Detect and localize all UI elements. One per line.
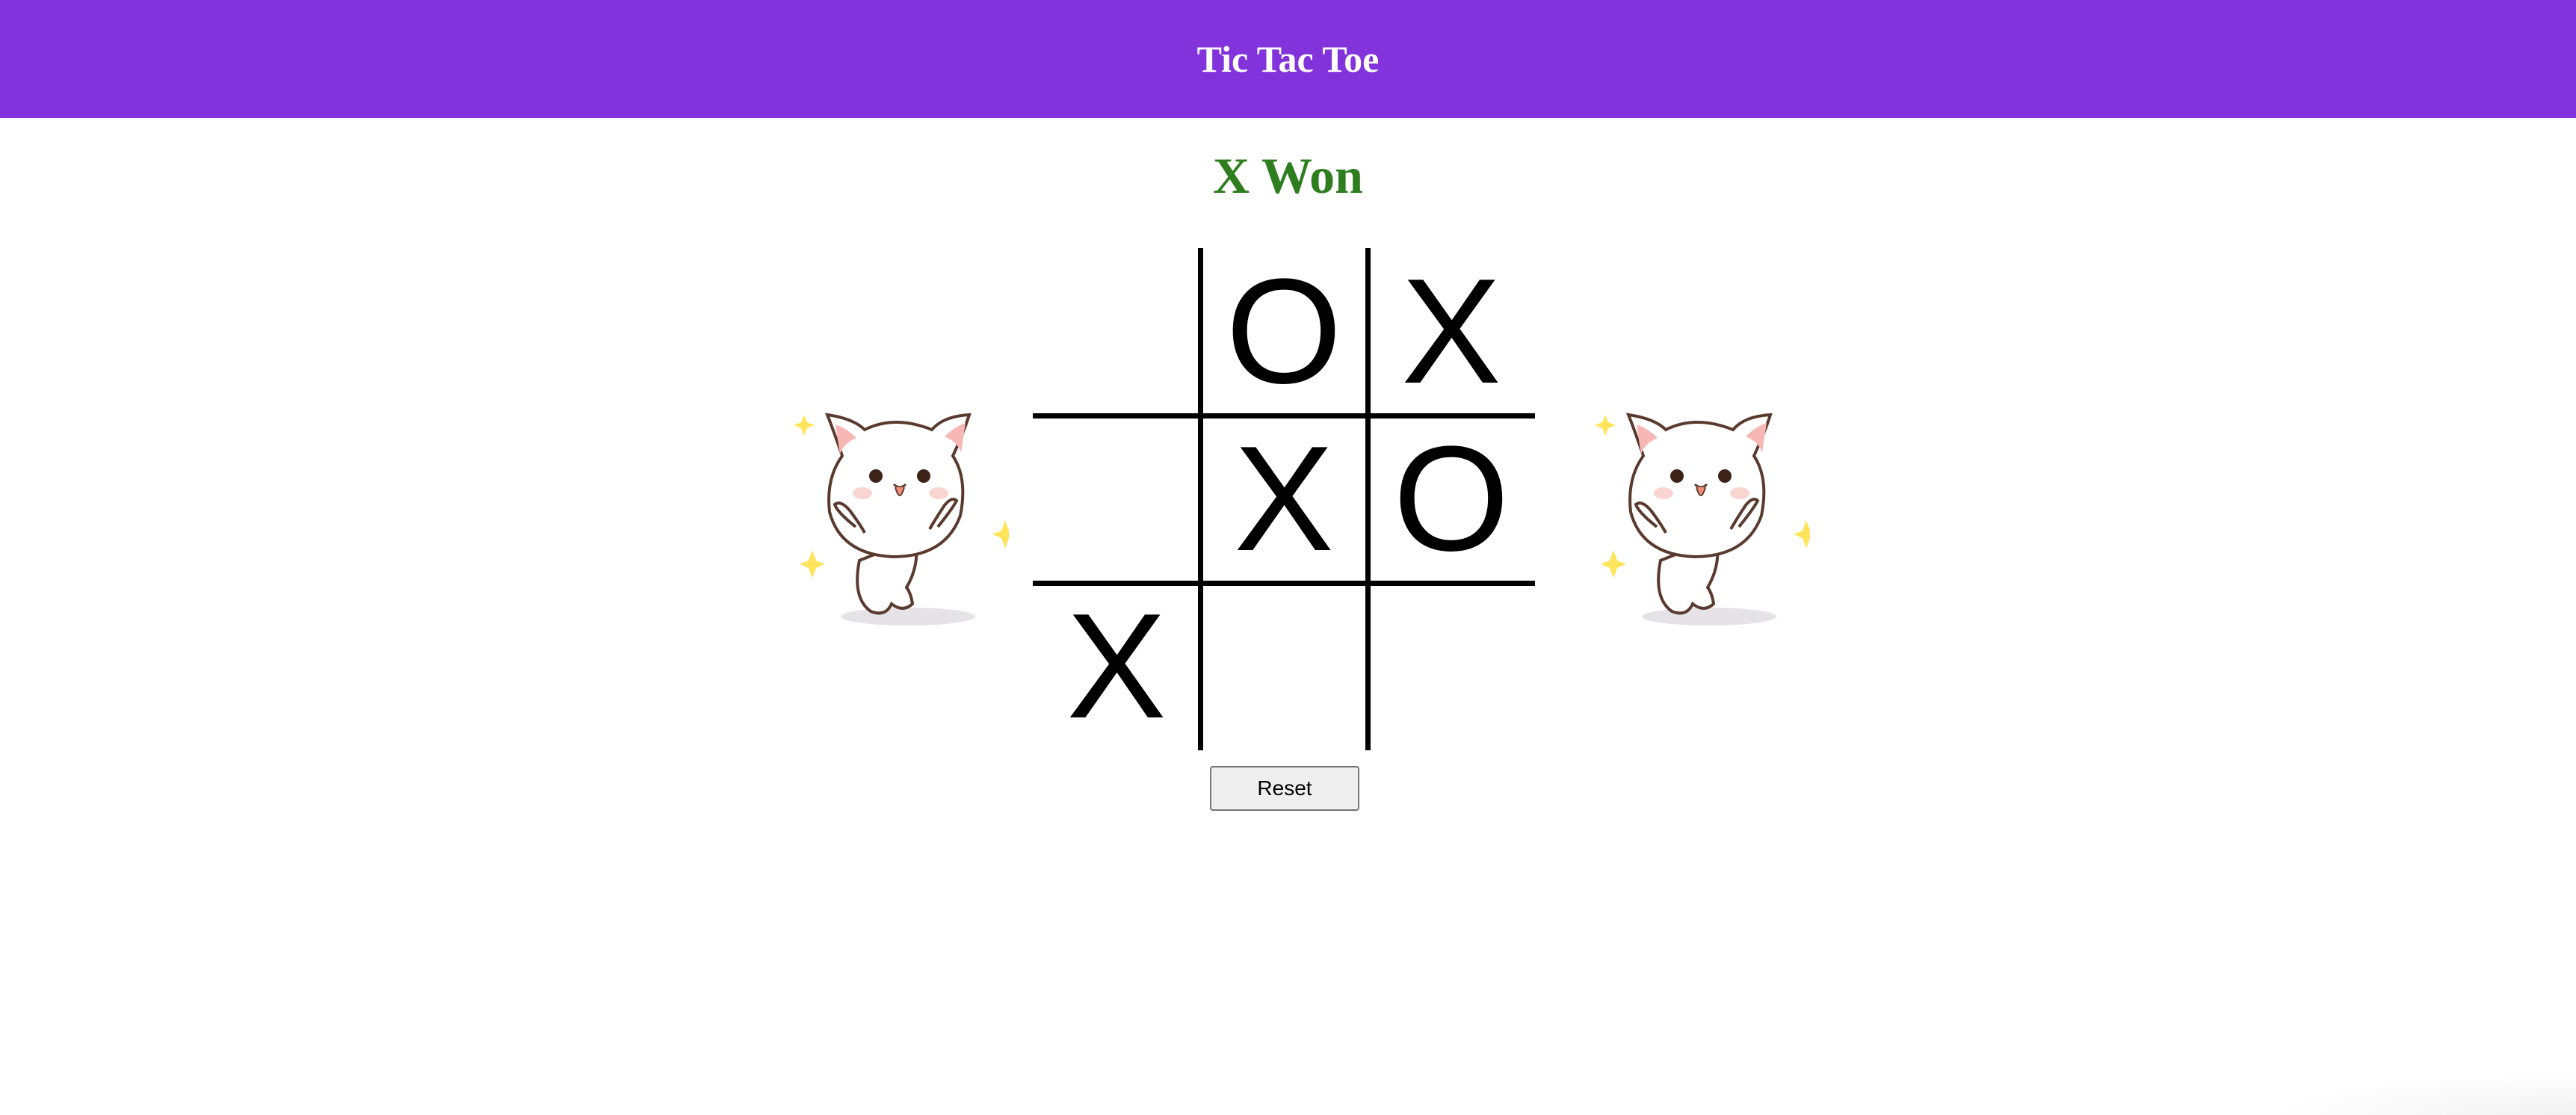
board-cell-2[interactable]: O bbox=[1200, 248, 1368, 416]
corner-shadow bbox=[2262, 1070, 2576, 1115]
board-cell-9[interactable] bbox=[1368, 583, 1535, 750]
board-cell-7[interactable]: X bbox=[1033, 583, 1200, 750]
app-header: Tic Tac Toe bbox=[0, 0, 2576, 118]
grid-line-vertical bbox=[1198, 248, 1203, 750]
grid-line-horizontal bbox=[1033, 413, 1535, 418]
board-cell-5[interactable]: X bbox=[1200, 416, 1368, 583]
reset-button[interactable]: Reset bbox=[1210, 766, 1359, 811]
happy-cat-icon bbox=[794, 413, 1009, 626]
happy-cat-icon bbox=[1595, 413, 1810, 626]
game-status: X Won bbox=[1213, 147, 1363, 204]
board-cell-1[interactable] bbox=[1033, 248, 1200, 416]
board-cell-3[interactable]: X bbox=[1368, 248, 1535, 416]
board-cell-4[interactable] bbox=[1033, 416, 1200, 583]
grid-line-vertical bbox=[1365, 248, 1371, 750]
board-cell-6[interactable]: O bbox=[1368, 416, 1535, 583]
game-board: O X X O X bbox=[1033, 248, 1535, 750]
app-title: Tic Tac Toe bbox=[1196, 38, 1380, 80]
board-cell-8[interactable] bbox=[1200, 583, 1368, 750]
grid-line-horizontal bbox=[1033, 581, 1535, 586]
